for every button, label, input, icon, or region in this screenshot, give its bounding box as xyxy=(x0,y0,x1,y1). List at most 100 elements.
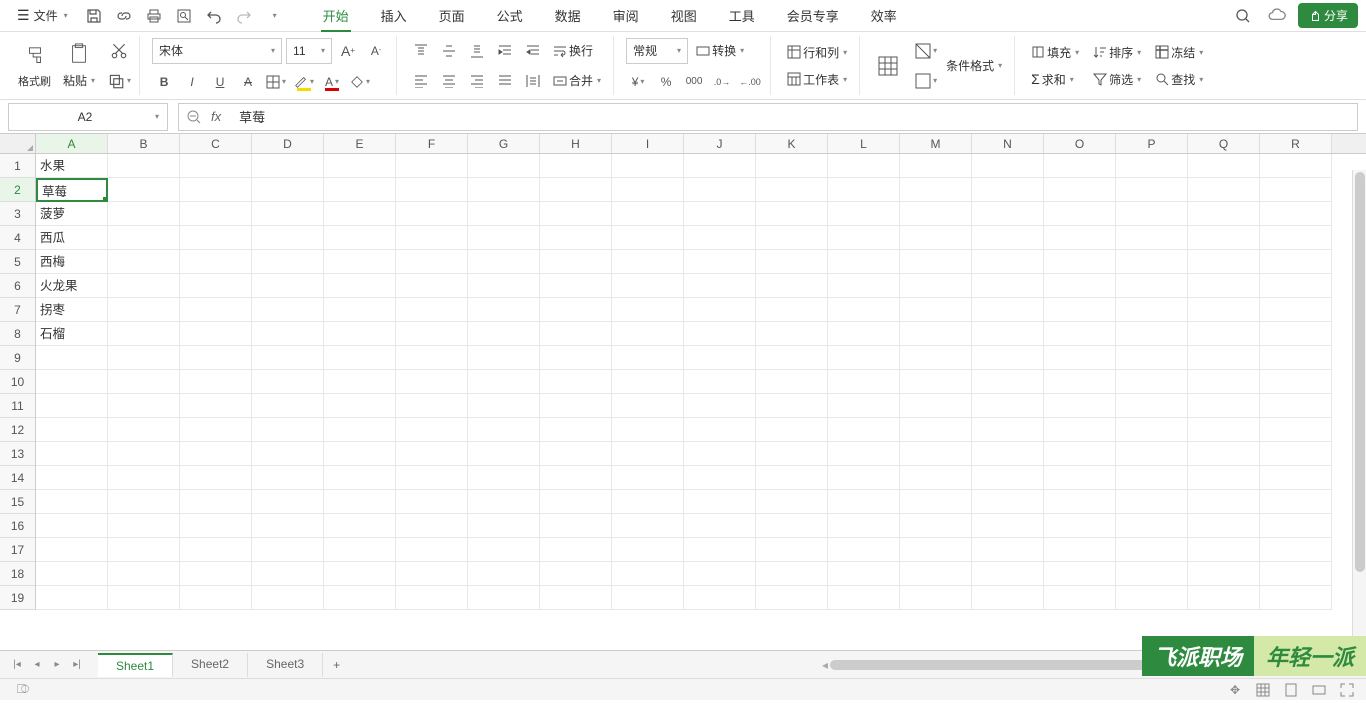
cell-G17[interactable] xyxy=(468,538,540,562)
cell-H18[interactable] xyxy=(540,562,612,586)
cell-L14[interactable] xyxy=(828,466,900,490)
cell-K6[interactable] xyxy=(756,274,828,298)
select-all-corner[interactable] xyxy=(0,134,36,153)
cell-R9[interactable] xyxy=(1260,346,1332,370)
cell-Q10[interactable] xyxy=(1188,370,1260,394)
cell-I8[interactable] xyxy=(612,322,684,346)
cell-P11[interactable] xyxy=(1116,394,1188,418)
cell-O2[interactable] xyxy=(1044,178,1116,202)
cell-M8[interactable] xyxy=(900,322,972,346)
cell-N1[interactable] xyxy=(972,154,1044,178)
cell-G19[interactable] xyxy=(468,586,540,610)
cell-Q11[interactable] xyxy=(1188,394,1260,418)
cell-G7[interactable] xyxy=(468,298,540,322)
cell-G5[interactable] xyxy=(468,250,540,274)
row-header-13[interactable]: 13 xyxy=(0,442,36,466)
cell-L4[interactable] xyxy=(828,226,900,250)
cell-M7[interactable] xyxy=(900,298,972,322)
cell-B9[interactable] xyxy=(108,346,180,370)
cell-H11[interactable] xyxy=(540,394,612,418)
col-header-D[interactable]: D xyxy=(252,134,324,153)
cell-D8[interactable] xyxy=(252,322,324,346)
cond-format-button[interactable]: 条件格式▾ xyxy=(942,55,1006,76)
cell-O1[interactable] xyxy=(1044,154,1116,178)
cell-O3[interactable] xyxy=(1044,202,1116,226)
cell-J15[interactable] xyxy=(684,490,756,514)
col-header-F[interactable]: F xyxy=(396,134,468,153)
cell-A11[interactable] xyxy=(36,394,108,418)
border-icon[interactable]: ▾ xyxy=(264,70,288,94)
cell-K14[interactable] xyxy=(756,466,828,490)
cell-F11[interactable] xyxy=(396,394,468,418)
cell-B17[interactable] xyxy=(108,538,180,562)
highlight-icon[interactable]: ▾ xyxy=(292,70,316,94)
cell-C12[interactable] xyxy=(180,418,252,442)
fill-button[interactable]: 填充▾ xyxy=(1027,42,1083,63)
cell-L11[interactable] xyxy=(828,394,900,418)
cell-N4[interactable] xyxy=(972,226,1044,250)
cell-C9[interactable] xyxy=(180,346,252,370)
tab-data[interactable]: 数据 xyxy=(539,0,597,31)
cell-I5[interactable] xyxy=(612,250,684,274)
cell-O18[interactable] xyxy=(1044,562,1116,586)
cell-M17[interactable] xyxy=(900,538,972,562)
cell-P2[interactable] xyxy=(1116,178,1188,202)
cell-H10[interactable] xyxy=(540,370,612,394)
cell-G13[interactable] xyxy=(468,442,540,466)
cell-J17[interactable] xyxy=(684,538,756,562)
col-header-B[interactable]: B xyxy=(108,134,180,153)
cell-Q5[interactable] xyxy=(1188,250,1260,274)
row-header-18[interactable]: 18 xyxy=(0,562,36,586)
cell-D1[interactable] xyxy=(252,154,324,178)
cell-Q17[interactable] xyxy=(1188,538,1260,562)
cell-E9[interactable] xyxy=(324,346,396,370)
cell-O11[interactable] xyxy=(1044,394,1116,418)
cell-K5[interactable] xyxy=(756,250,828,274)
cell-O10[interactable] xyxy=(1044,370,1116,394)
cell-O19[interactable] xyxy=(1044,586,1116,610)
cell-H1[interactable] xyxy=(540,154,612,178)
cell-L16[interactable] xyxy=(828,514,900,538)
cell-B16[interactable] xyxy=(108,514,180,538)
cell-Q8[interactable] xyxy=(1188,322,1260,346)
cell-G16[interactable] xyxy=(468,514,540,538)
cell-E12[interactable] xyxy=(324,418,396,442)
cell-F13[interactable] xyxy=(396,442,468,466)
cell-Q7[interactable] xyxy=(1188,298,1260,322)
cell-J14[interactable] xyxy=(684,466,756,490)
number-format-select[interactable]: 常规 ▾ xyxy=(626,38,688,64)
tab-tools[interactable]: 工具 xyxy=(713,0,771,31)
cell-G4[interactable] xyxy=(468,226,540,250)
cell-G15[interactable] xyxy=(468,490,540,514)
row-header-10[interactable]: 10 xyxy=(0,370,36,394)
cell-J10[interactable] xyxy=(684,370,756,394)
cell-E6[interactable] xyxy=(324,274,396,298)
cell-K12[interactable] xyxy=(756,418,828,442)
cell-I2[interactable] xyxy=(612,178,684,202)
cell-R15[interactable] xyxy=(1260,490,1332,514)
cell-G18[interactable] xyxy=(468,562,540,586)
freeze-button[interactable]: 冻结▾ xyxy=(1151,42,1207,63)
cell-R7[interactable] xyxy=(1260,298,1332,322)
cell-E3[interactable] xyxy=(324,202,396,226)
more-dropdown[interactable]: ▾ xyxy=(261,3,287,29)
cell-P8[interactable] xyxy=(1116,322,1188,346)
cell-A17[interactable] xyxy=(36,538,108,562)
col-header-P[interactable]: P xyxy=(1116,134,1188,153)
cell-C8[interactable] xyxy=(180,322,252,346)
cell-R13[interactable] xyxy=(1260,442,1332,466)
cell-R6[interactable] xyxy=(1260,274,1332,298)
cell-J12[interactable] xyxy=(684,418,756,442)
cell-J19[interactable] xyxy=(684,586,756,610)
cell-E4[interactable] xyxy=(324,226,396,250)
cell-F1[interactable] xyxy=(396,154,468,178)
cell-L19[interactable] xyxy=(828,586,900,610)
cell-P15[interactable] xyxy=(1116,490,1188,514)
cell-P19[interactable] xyxy=(1116,586,1188,610)
cell-M11[interactable] xyxy=(900,394,972,418)
cell-Q19[interactable] xyxy=(1188,586,1260,610)
cell-D13[interactable] xyxy=(252,442,324,466)
cell-M10[interactable] xyxy=(900,370,972,394)
status-icon[interactable]: ⎄ xyxy=(10,677,36,703)
cell-C3[interactable] xyxy=(180,202,252,226)
